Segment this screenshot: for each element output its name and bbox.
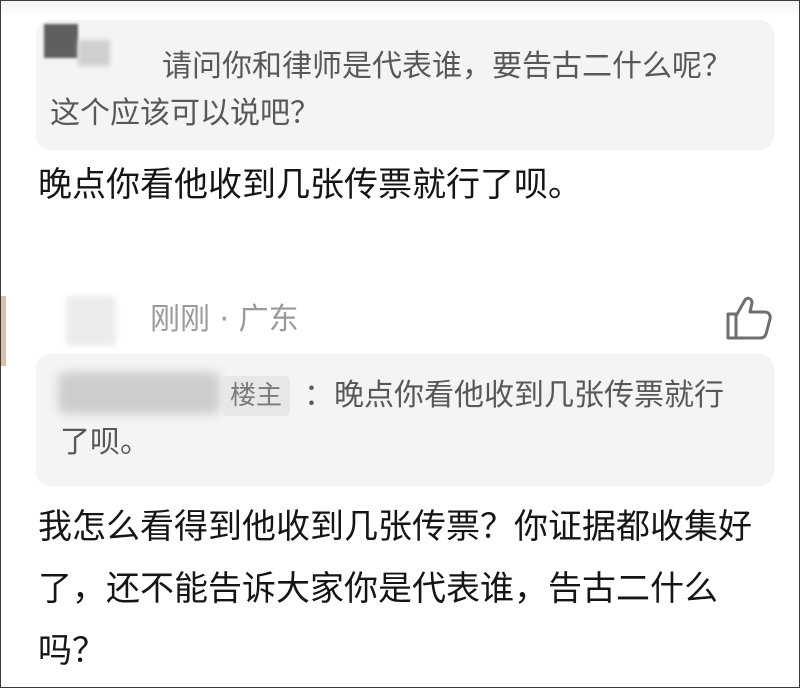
top-fade bbox=[1, 1, 799, 17]
left-edge-strip bbox=[1, 296, 6, 366]
comment-text: 晚点你看他收到几张传票就行了呗。 bbox=[38, 165, 582, 205]
blurred-avatar[interactable] bbox=[66, 296, 116, 346]
meta-separator: · bbox=[219, 302, 230, 337]
comment-time: 刚刚 bbox=[150, 302, 210, 337]
quoted-comment-text: ：晚点你看他收到几张传票就行了呗。 bbox=[60, 378, 724, 460]
op-badge: 楼主 bbox=[222, 376, 291, 416]
quoted-comment-text: 请问你和律师是代表谁，要告古二什么呢？这个应该可以说吧？ bbox=[50, 49, 732, 131]
comment-meta: 刚刚 · 广东 bbox=[150, 298, 299, 342]
comment-text: 我怎么看得到他收到几张传票？你证据都收集好了，还不能告诉大家你是代表谁，告古二什… bbox=[38, 507, 752, 671]
comment-location: 广东 bbox=[238, 302, 299, 337]
thumbs-up-icon[interactable] bbox=[722, 294, 774, 342]
